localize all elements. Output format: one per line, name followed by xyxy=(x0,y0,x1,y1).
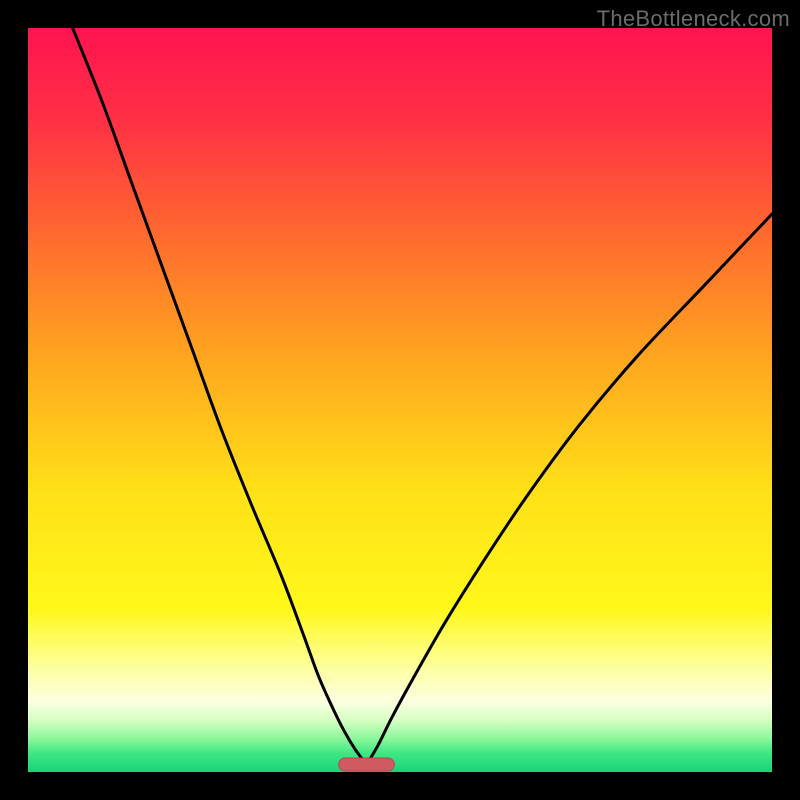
bottleneck-chart xyxy=(28,28,772,772)
chart-frame xyxy=(28,28,772,772)
chart-background xyxy=(28,28,772,772)
optimal-marker xyxy=(339,758,395,771)
watermark-text: TheBottleneck.com xyxy=(597,6,790,32)
chart-marker xyxy=(339,758,395,771)
